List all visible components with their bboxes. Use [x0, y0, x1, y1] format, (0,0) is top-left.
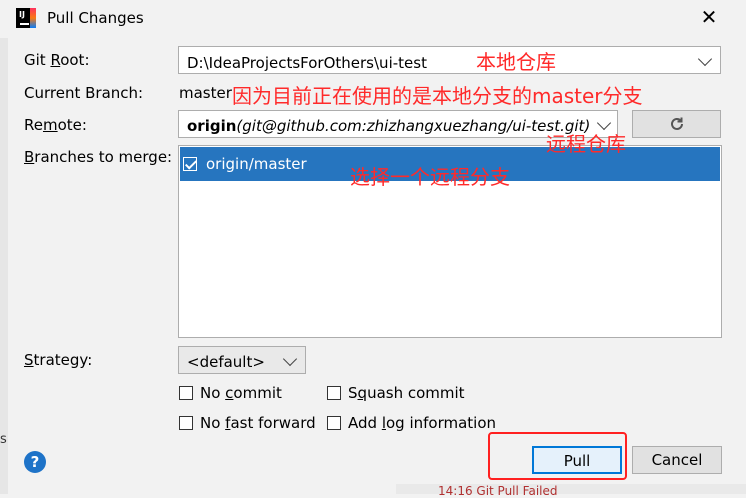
close-icon[interactable]: ✕ [698, 6, 720, 28]
branches-to-merge-label: Branches to merge: [24, 148, 173, 166]
current-branch-label: Current Branch: [24, 84, 144, 102]
squash-commit-label: Squash commit [348, 384, 465, 402]
background-window-edge [0, 0, 8, 494]
refresh-remotes-button[interactable] [632, 110, 721, 138]
intellij-icon: IJ [16, 8, 36, 28]
annotation-local-repo: 本地仓库 [476, 50, 556, 74]
remote-name: origin [187, 117, 237, 135]
annotation-remote-repo: 远程仓库 [546, 132, 626, 156]
strategy-dropdown[interactable]: <default> [178, 346, 306, 374]
git-root-label: Git Root: [24, 51, 90, 69]
annotation-highlight-box [488, 432, 627, 480]
current-branch-value: master [179, 84, 232, 102]
git-root-dropdown[interactable]: D:\IdeaProjectsForOthers\ui-test [178, 46, 721, 74]
remote-url: (git@github.com:zhizhangxuezhang/ui-test… [236, 117, 591, 135]
git-root-value: D:\IdeaProjectsForOthers\ui-test [187, 54, 427, 72]
background-edge-text: s [0, 432, 7, 447]
strategy-value: <default> [187, 353, 265, 371]
no-commit-label: No commit [200, 384, 282, 402]
checkbox[interactable] [179, 386, 193, 400]
cancel-button[interactable]: Cancel [632, 446, 722, 474]
checkbox-checked-icon[interactable] [183, 157, 197, 171]
branch-name: origin/master [206, 155, 307, 173]
checkbox[interactable] [327, 386, 341, 400]
remote-label: Remote: [24, 116, 87, 134]
strategy-label: Strategy: [24, 351, 93, 369]
no-fast-forward-label: No fast forward [200, 414, 316, 432]
annotation-choose-branch: 选择一个远程分支 [350, 165, 510, 189]
chevron-down-icon [697, 51, 713, 67]
add-log-information-label: Add log information [348, 414, 497, 432]
annotation-current-branch: 因为目前正在使用的是本地分支的master分支 [232, 84, 643, 108]
refresh-icon [671, 117, 683, 130]
help-icon[interactable]: ? [24, 451, 46, 473]
dialog-title: Pull Changes [47, 9, 144, 27]
checkbox[interactable] [327, 416, 341, 430]
checkbox[interactable] [179, 416, 193, 430]
chevron-down-icon [282, 351, 298, 367]
background-notification-text: 14:16 Git Pull Failed [438, 484, 558, 498]
